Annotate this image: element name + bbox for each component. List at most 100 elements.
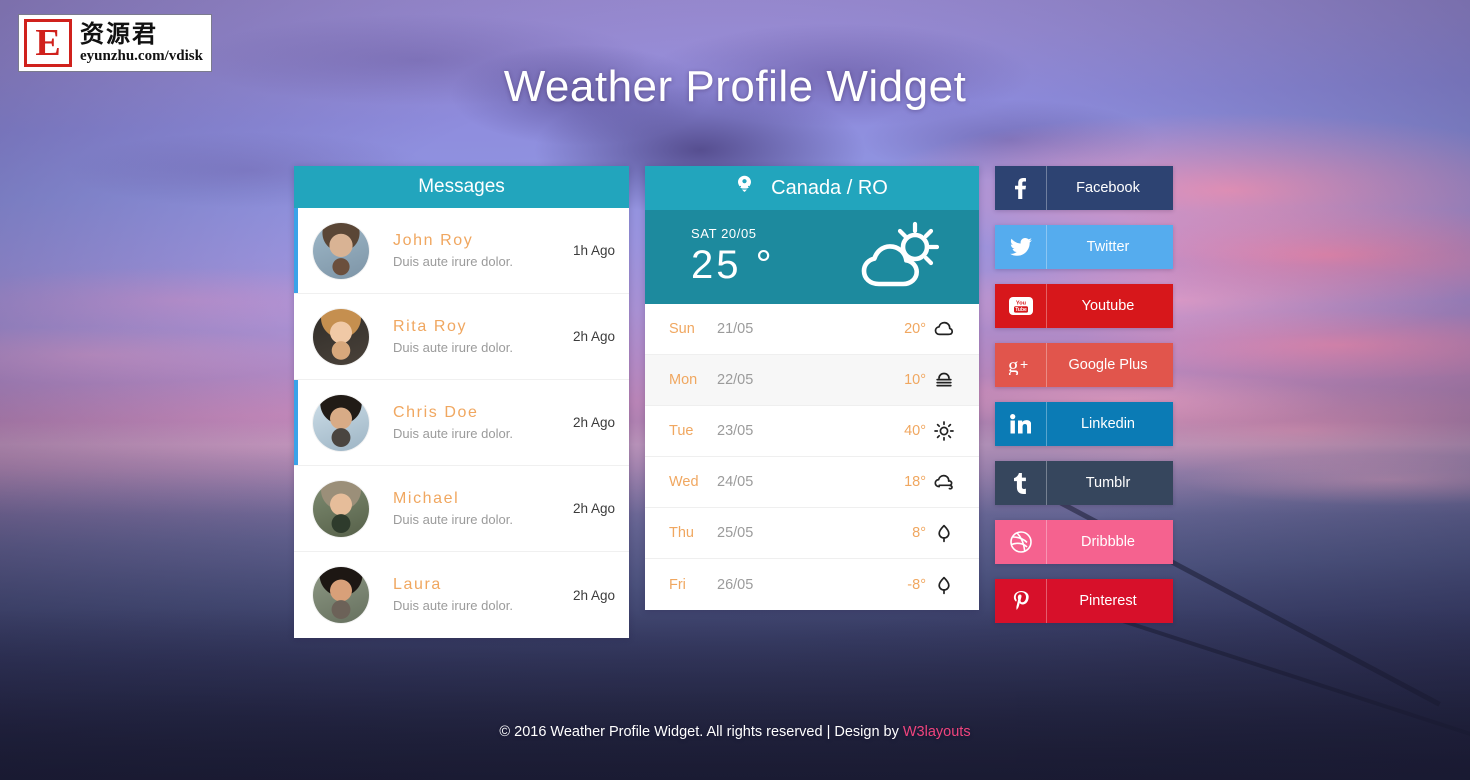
windy-cloud-icon [931,473,957,491]
message-row[interactable]: Chris Doe Duis aute irure dolor. 2h Ago [294,380,629,466]
forecast-date: 26/05 [717,576,754,593]
message-row[interactable]: Michael Duis aute irure dolor. 2h Ago [294,466,629,552]
weather-current-text: SAT 20/05 25 ° [691,226,775,288]
forecast-row[interactable]: Tue 23/05 40° [645,406,979,457]
weather-panel: Canada / RO SAT 20/05 25 ° Sun 21/05 20°… [645,166,979,610]
forecast-date: 22/05 [717,372,754,388]
social-button-linkedin[interactable]: Linkedin [995,402,1173,446]
forecast-row[interactable]: Mon 22/05 10° [645,355,979,406]
svg-text:You: You [1015,301,1026,307]
footer-text: © 2016 Weather Profile Widget. All right… [499,724,903,740]
fog-icon [931,371,957,389]
forecast-day: Wed [669,474,699,490]
message-body: Laura Duis aute irure dolor. [369,575,567,615]
footer: © 2016 Weather Profile Widget. All right… [0,724,1470,740]
weather-current-temp: 25 ° [691,243,775,287]
twitter-icon [995,225,1047,269]
forecast-list: Sun 21/05 20° Mon 22/05 10° Tue 23/05 40° Wed 24/0… [645,304,979,610]
message-timestamp: 2h Ago [572,587,615,603]
message-preview: Duis aute irure dolor. [393,425,513,441]
weather-current: SAT 20/05 25 ° [645,210,979,304]
watermark-text: 资源君 eyunzhu.com/vdisk [80,21,203,65]
messages-list: John Roy Duis aute irure dolor. 1h Ago Rita… [294,208,629,638]
social-button-label: Tumblr [1085,475,1131,491]
rain-drop-icon [931,523,957,543]
cloud-icon [931,320,957,338]
weather-location-label: Canada / RO [771,176,888,199]
tumblr-icon [995,461,1047,505]
watermark-logo: E 资源君 eyunzhu.com/vdisk [18,14,212,72]
social-button-label: Google Plus [1068,357,1148,373]
forecast-day: Thu [669,525,694,541]
page-root: E 资源君 eyunzhu.com/vdisk Weather Profile … [0,0,1470,780]
forecast-temp: 18° [904,474,926,490]
panels-container: Messages John Roy Duis aute irure dolor. 1… [294,166,1176,638]
watermark-letter: E [24,19,72,67]
social-button-label: Dribbble [1081,534,1135,550]
avatar [313,480,369,537]
forecast-day: Fri [669,576,686,593]
footer-link-w3layouts[interactable]: W3layouts [903,724,971,740]
message-sender-name: Michael [393,489,460,507]
message-row[interactable]: Rita Roy Duis aute irure dolor. 2h Ago [294,294,629,380]
forecast-date: 23/05 [717,423,754,439]
avatar [313,567,369,623]
forecast-temp: -8° [907,576,926,593]
forecast-day: Mon [669,372,698,388]
forecast-date: 24/05 [717,474,754,490]
message-timestamp: 2h Ago [572,415,615,430]
messages-panel: Messages John Roy Duis aute irure dolor. 1… [294,166,629,638]
message-sender-name: John Roy [393,231,474,249]
forecast-temp: 10° [904,372,926,388]
forecast-temp: 8° [912,525,926,541]
message-timestamp: 1h Ago [572,243,615,258]
message-timestamp: 2h Ago [572,501,615,516]
message-sender-name: Chris Doe [393,403,479,421]
social-button-twitter[interactable]: Twitter [995,225,1173,269]
sun-icon [931,421,957,441]
message-preview: Duis aute irure dolor. [393,253,513,269]
social-button-tumblr[interactable]: Tumblr [995,461,1173,505]
rain-drop-icon [931,575,957,595]
message-preview: Duis aute irure dolor. [393,511,513,527]
weather-header: Canada / RO [645,166,979,210]
social-button-dribbble[interactable]: Dribbble [995,520,1173,564]
pinterest-icon [995,579,1047,623]
message-timestamp: 2h Ago [572,329,615,344]
facebook-icon [995,166,1047,210]
weather-current-date: SAT 20/05 [691,226,757,241]
social-button-google-plus[interactable]: g + Google Plus [995,343,1173,387]
avatar [313,308,369,365]
message-sender-name: Laura [393,576,442,593]
message-row[interactable]: Laura Duis aute irure dolor. 2h Ago [294,552,629,638]
message-preview: Duis aute irure dolor. [393,598,513,613]
message-sender-name: Rita Roy [393,317,468,335]
social-button-pinterest[interactable]: Pinterest [995,579,1173,623]
social-button-label: Linkedin [1080,416,1135,432]
google-plus-icon: g + [995,343,1047,387]
forecast-row[interactable]: Sun 21/05 20° [645,304,979,355]
forecast-date: 21/05 [717,321,754,337]
avatar [313,394,369,451]
forecast-row[interactable]: Thu 25/05 8° [645,508,979,559]
forecast-row[interactable]: Wed 24/05 18° [645,457,979,508]
social-button-facebook[interactable]: Facebook [995,166,1173,210]
forecast-temp: 40° [904,423,926,439]
linkedin-icon [995,402,1047,446]
message-row[interactable]: John Roy Duis aute irure dolor. 1h Ago [294,208,629,294]
social-button-label: Facebook [1076,180,1140,196]
page-title: Weather Profile Widget [503,62,967,111]
forecast-row[interactable]: Fri 26/05 -8° [645,559,979,610]
avatar [313,222,369,279]
message-body: Rita Roy Duis aute irure dolor. [369,317,567,357]
location-pin-icon [736,175,753,201]
social-button-youtube[interactable]: You Tube Youtube [995,284,1173,328]
message-body: Michael Duis aute irure dolor. [369,489,567,529]
sun-behind-cloud-icon [857,220,940,295]
watermark-url: eyunzhu.com/vdisk [80,48,203,64]
svg-text:Tube: Tube [1015,307,1027,313]
social-button-label: Twitter [1086,239,1130,255]
forecast-date: 25/05 [717,525,754,541]
social-button-label: Youtube [1081,298,1135,314]
svg-text:+: + [1020,356,1028,372]
